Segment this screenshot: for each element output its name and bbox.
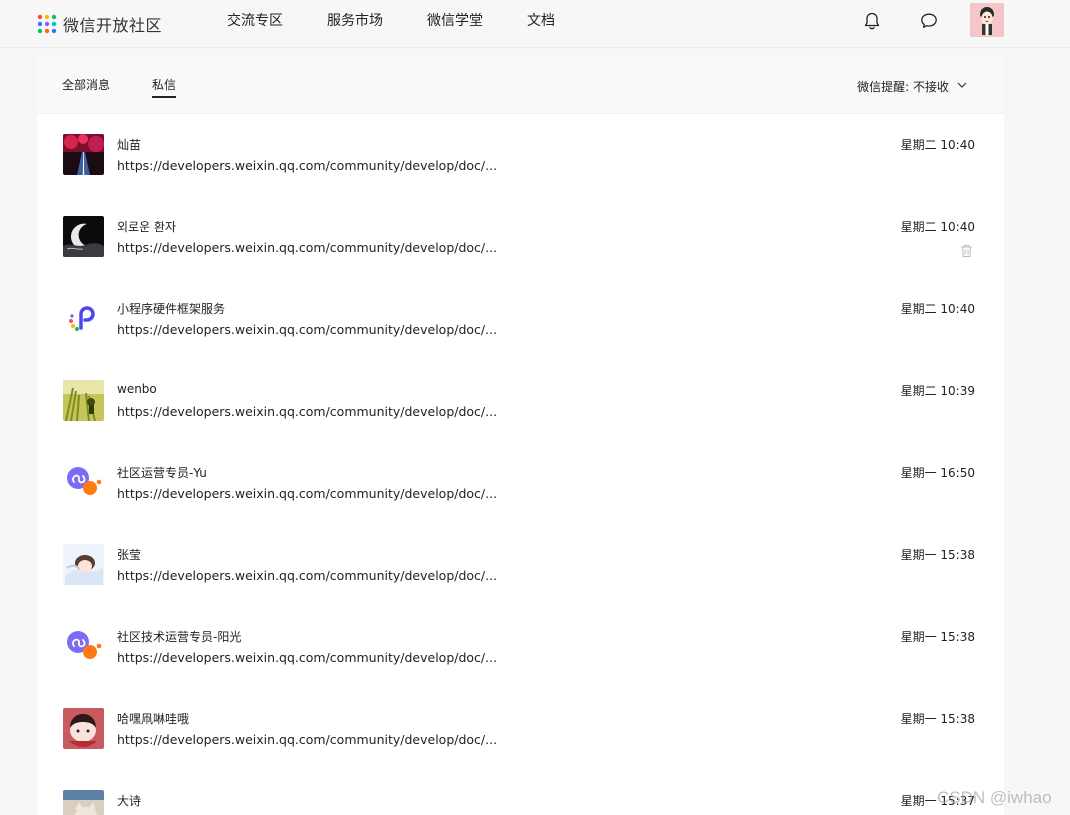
mini-program-logo-icon	[63, 462, 104, 503]
user-avatar[interactable]	[970, 3, 1004, 37]
message-item[interactable]: 외로운 환자 https://developers.weixin.qq.com/…	[37, 216, 1004, 298]
message-time: 星期二 10:40	[900, 138, 975, 152]
wechat-notify-dropdown[interactable]: 微信提醒: 不接收	[857, 78, 967, 95]
message-item[interactable]: 小程序硬件框架服务 https://developers.weixin.qq.c…	[37, 298, 1004, 380]
cartoon-avatar-icon	[970, 3, 1004, 37]
yellow-plants-photo-icon	[63, 380, 104, 421]
message-time: 星期一 15:38	[900, 630, 975, 644]
top-navigation-bar: 微信开放社区 交流专区 服务市场 微信学堂 文档	[0, 0, 1070, 48]
csdn-watermark: CSDN @iwhao	[937, 788, 1052, 807]
mini-program-logo-icon	[63, 626, 104, 667]
message-item[interactable]: 大诗 星期一 15:37	[37, 790, 1004, 815]
wechat-notify-label: 微信提醒: 不接收	[857, 80, 949, 94]
sender-name: 大诗	[117, 794, 142, 808]
dark-moon-photo-icon	[63, 216, 104, 257]
message-tabs-bar: 全部消息 私信 微信提醒: 不接收	[37, 54, 1004, 114]
avatar[interactable]	[63, 708, 104, 749]
chat-bubble-icon[interactable]	[919, 11, 939, 31]
avatar[interactable]	[63, 790, 104, 815]
main-nav: 交流专区 服务市场 微信学堂 文档	[227, 13, 599, 29]
avatar[interactable]	[63, 544, 104, 585]
avatar[interactable]	[63, 626, 104, 667]
nav-item-docs[interactable]: 文档	[527, 13, 555, 29]
message-time: 星期一 15:38	[900, 712, 975, 726]
nav-item-exchange[interactable]: 交流专区	[227, 13, 283, 29]
message-time: 星期二 10:40	[900, 220, 975, 234]
message-item[interactable]: 社区技术运营专员-阳光 https://developers.weixin.qq…	[37, 626, 1004, 708]
message-preview-link[interactable]: https://developers.weixin.qq.com/communi…	[117, 732, 497, 747]
avatar[interactable]	[63, 134, 104, 175]
tab-private-messages[interactable]: 私信	[152, 76, 177, 98]
sender-name: 哈嘿凧啉哇哦	[117, 712, 190, 726]
message-time: 星期一 15:38	[900, 548, 975, 562]
message-preview-link[interactable]: https://developers.weixin.qq.com/communi…	[117, 322, 497, 337]
sender-name: 외로운 환자	[117, 220, 177, 234]
trash-icon[interactable]	[960, 244, 973, 258]
sender-name: 张莹	[117, 548, 142, 562]
message-preview-link[interactable]: https://developers.weixin.qq.com/communi…	[117, 158, 497, 173]
chevron-down-icon	[957, 82, 967, 88]
nav-item-wechat-academy[interactable]: 微信学堂	[427, 13, 483, 29]
sender-name: 灿苗	[117, 138, 142, 152]
avatar[interactable]	[63, 462, 104, 503]
sender-name: wenbo	[117, 382, 157, 396]
site-logo[interactable]: 微信开放社区	[37, 12, 162, 36]
avatar[interactable]	[63, 380, 104, 421]
message-panel: 全部消息 私信 微信提醒: 不接收 灿苗 https://developers.…	[37, 54, 1004, 815]
message-preview-link[interactable]: https://developers.weixin.qq.com/communi…	[117, 240, 497, 255]
nav-item-service-market[interactable]: 服务市场	[327, 13, 383, 29]
bell-icon[interactable]	[862, 11, 882, 31]
wechat-open-community-logo-icon	[37, 14, 57, 34]
message-time: 星期一 16:50	[900, 466, 975, 480]
site-name: 微信开放社区	[63, 16, 163, 35]
message-item[interactable]: 哈嘿凧啉哇哦 https://developers.weixin.qq.com/…	[37, 708, 1004, 790]
sender-name: 小程序硬件框架服务	[117, 302, 226, 316]
message-item[interactable]: wenbo https://developers.weixin.qq.com/c…	[37, 380, 1004, 462]
message-item[interactable]: 灿苗 https://developers.weixin.qq.com/comm…	[37, 134, 1004, 216]
avatar[interactable]	[63, 216, 104, 257]
red-face-illustration-icon	[63, 708, 104, 749]
red-street-photo-icon	[63, 134, 104, 175]
message-item[interactable]: 社区运营专员-Yu https://developers.weixin.qq.c…	[37, 462, 1004, 544]
message-preview-link[interactable]: https://developers.weixin.qq.com/communi…	[117, 650, 497, 665]
message-preview-link[interactable]: https://developers.weixin.qq.com/communi…	[117, 404, 497, 419]
message-item[interactable]: 张莹 https://developers.weixin.qq.com/comm…	[37, 544, 1004, 626]
message-preview-link[interactable]: https://developers.weixin.qq.com/communi…	[117, 486, 497, 501]
sleeping-illustration-icon	[63, 544, 104, 585]
cat-photo-icon	[63, 790, 104, 815]
message-preview-link[interactable]: https://developers.weixin.qq.com/communi…	[117, 568, 497, 583]
message-time: 星期二 10:39	[900, 384, 975, 398]
sender-name: 社区技术运营专员-阳光	[117, 630, 242, 644]
sender-name: 社区运营专员-Yu	[117, 466, 207, 480]
tab-all-messages[interactable]: 全部消息	[62, 76, 110, 93]
avatar[interactable]	[63, 298, 104, 339]
message-time: 星期二 10:40	[900, 302, 975, 316]
mini-program-hardware-logo-icon	[63, 298, 104, 339]
